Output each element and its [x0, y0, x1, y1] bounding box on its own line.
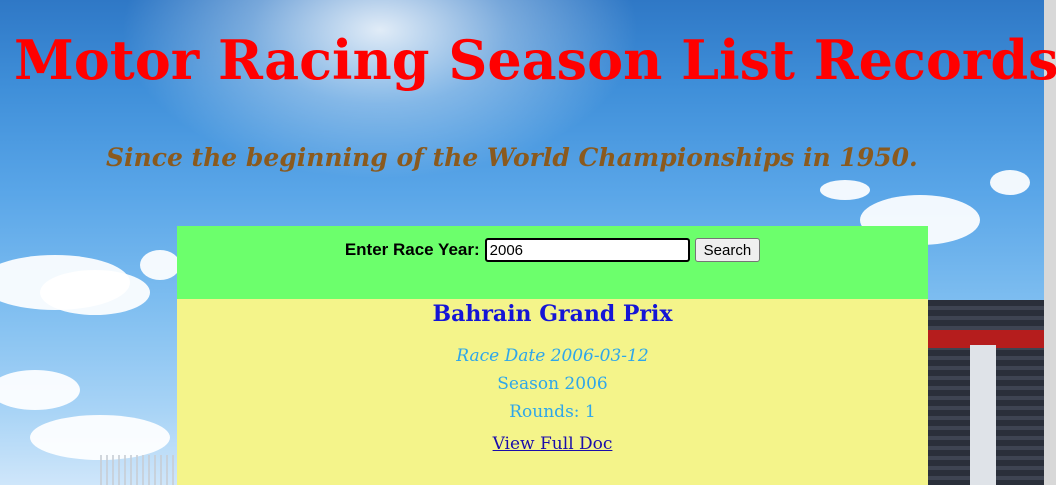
fence-decoration: [100, 455, 180, 485]
search-button[interactable]: Search: [694, 238, 761, 262]
race-season: Season 2006: [497, 374, 608, 394]
search-label: Enter Race Year:: [344, 240, 480, 259]
grandstand-pillar-decoration: [970, 345, 996, 485]
page-subtitle: Since the beginning of the World Champio…: [106, 143, 918, 172]
cloud-decoration: [820, 180, 870, 200]
cloud-decoration: [40, 270, 150, 315]
page-title: Motor Racing Season List Records: [14, 28, 1056, 92]
race-rounds: Rounds: 1: [509, 402, 596, 422]
cloud-decoration: [140, 250, 180, 280]
race-date: Race Date 2006-03-12: [456, 346, 649, 366]
race-result: Bahrain Grand Prix Race Date 2006-03-12 …: [177, 299, 928, 485]
race-name: Bahrain Grand Prix: [432, 301, 673, 327]
cloud-decoration: [990, 170, 1030, 195]
cloud-decoration: [30, 415, 170, 460]
view-full-doc-link[interactable]: View Full Doc: [493, 432, 613, 456]
search-panel: Enter Race Year: Search Bahrain Grand Pr…: [177, 226, 928, 485]
race-year-input[interactable]: [484, 238, 690, 262]
search-form: Enter Race Year: Search: [177, 226, 928, 299]
cloud-decoration: [0, 370, 80, 410]
